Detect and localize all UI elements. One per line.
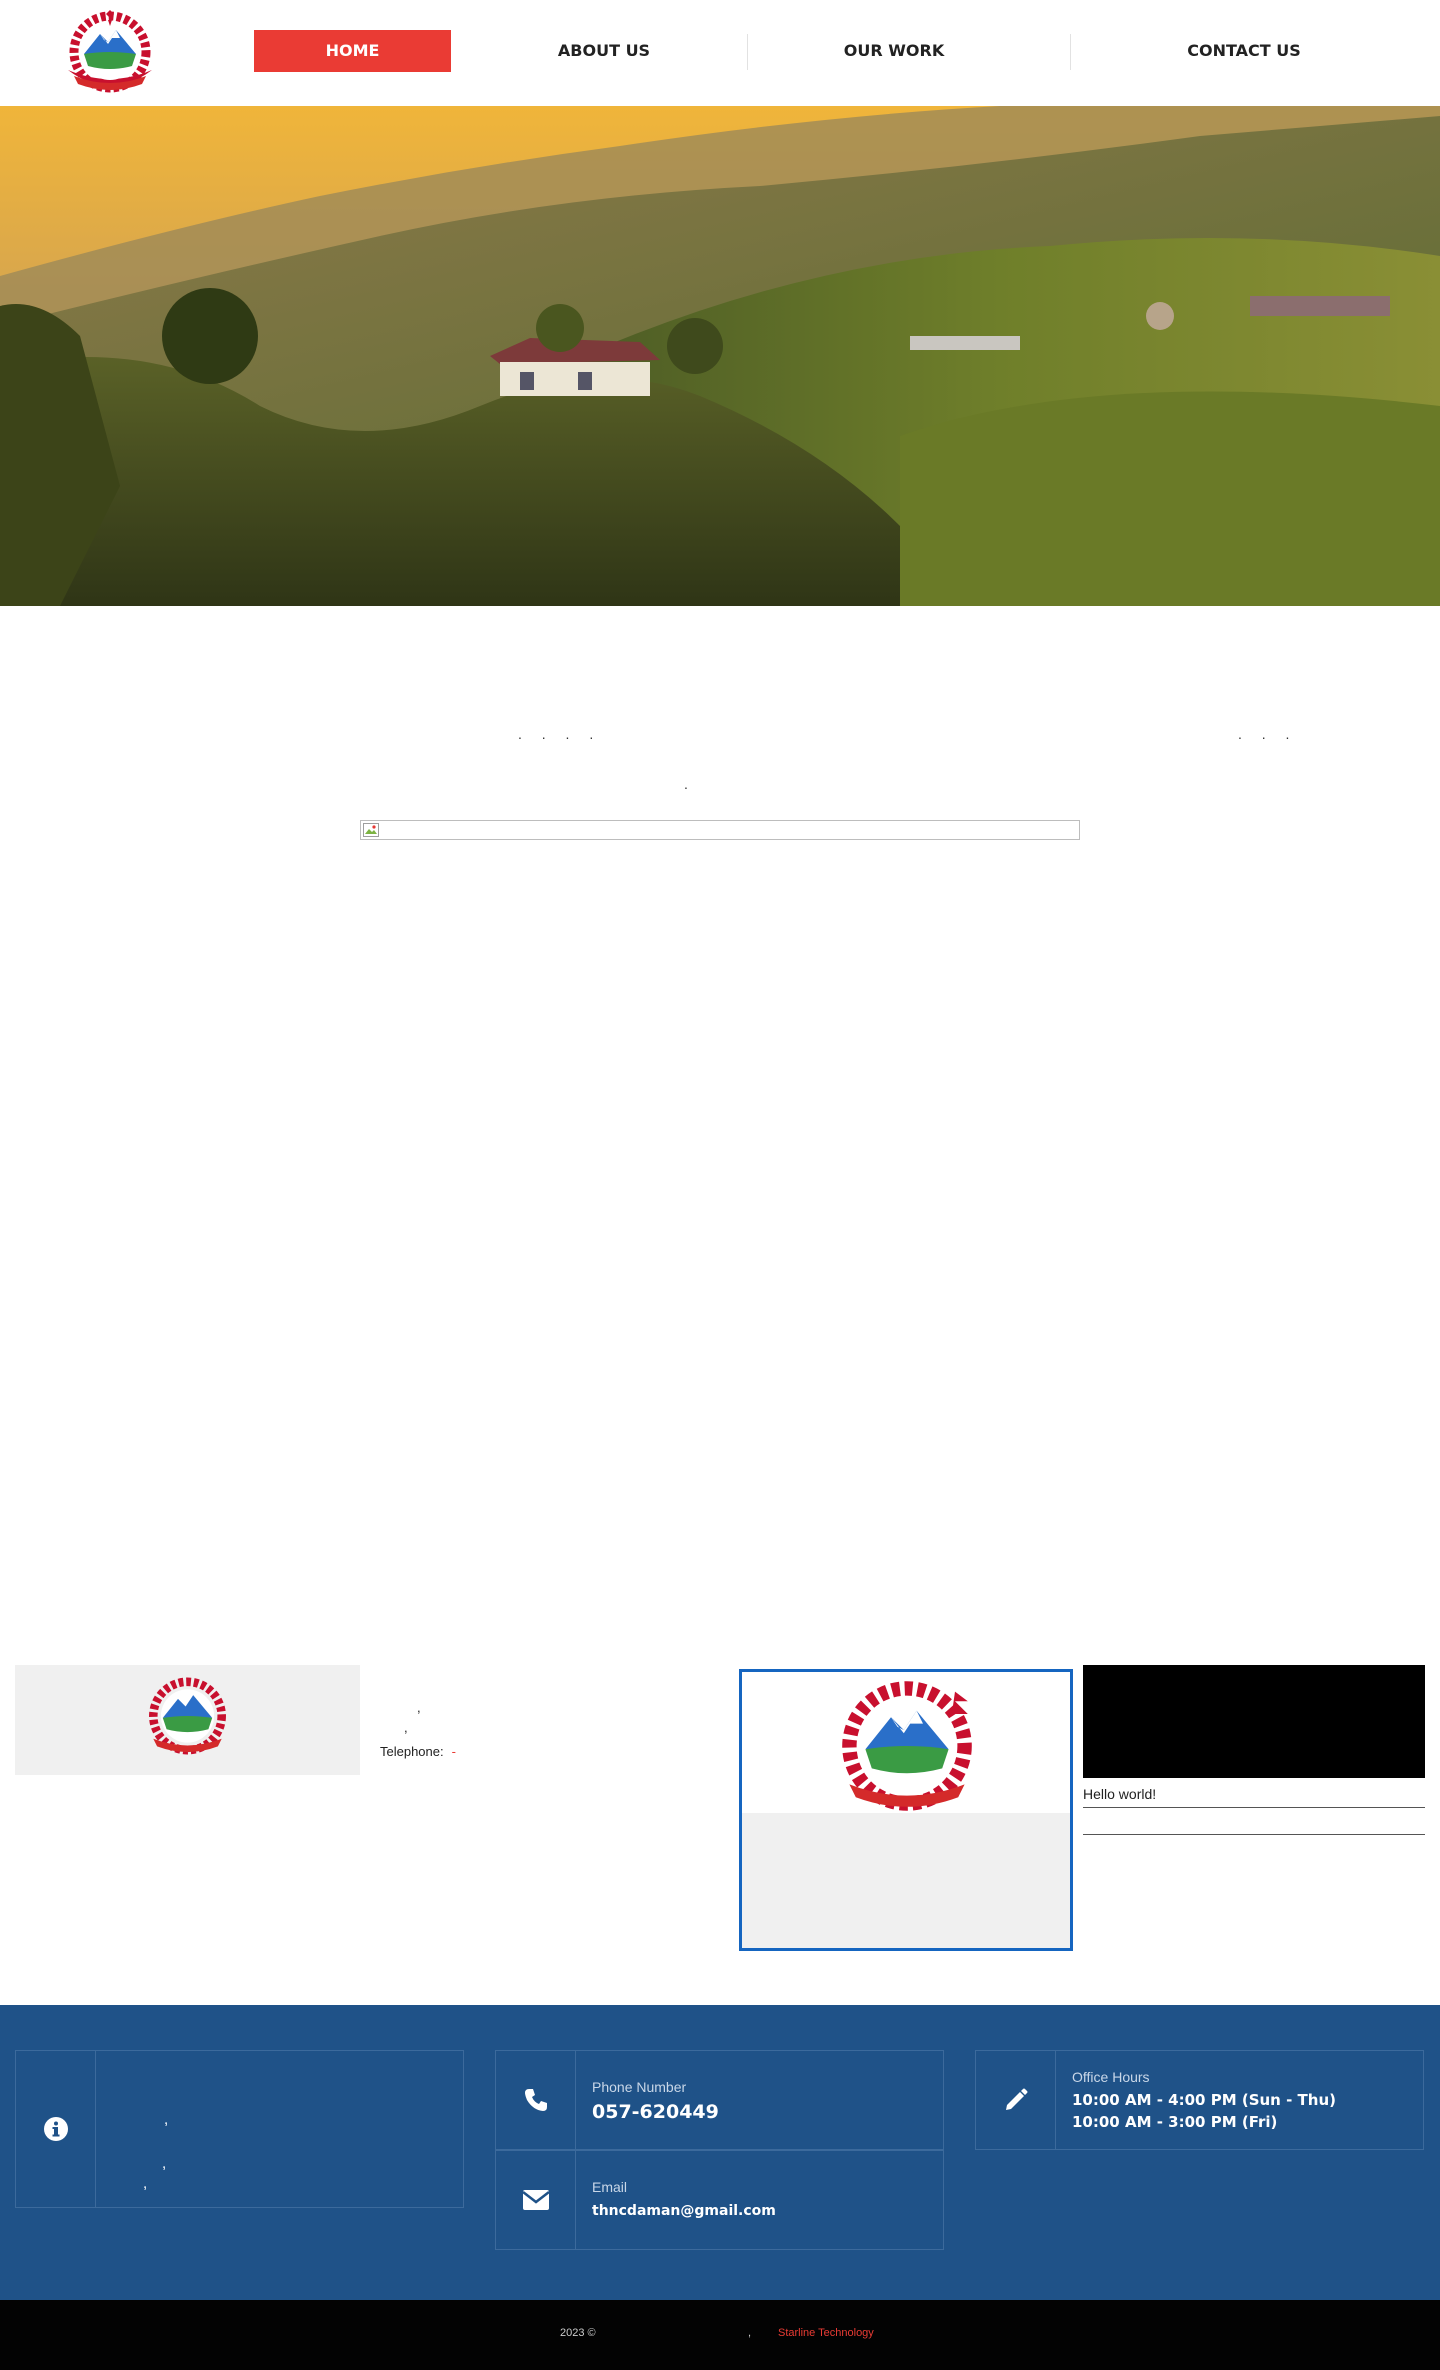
phone-label: Phone Number bbox=[592, 2079, 687, 2095]
main-nav: HOME ABOUT US OUR WORK CONTACT US bbox=[254, 30, 1384, 74]
news-item[interactable]: Hello world! bbox=[1083, 1778, 1425, 1808]
telephone-value[interactable]: - bbox=[452, 1744, 456, 1759]
news-item[interactable] bbox=[1083, 1808, 1425, 1835]
phone-box: Phone Number 057-620449 bbox=[495, 2050, 944, 2150]
site-header: HOME ABOUT US OUR WORK CONTACT US bbox=[0, 0, 1440, 106]
envelope-icon bbox=[521, 2190, 550, 2210]
info-icon bbox=[43, 2117, 68, 2141]
office-hours-friday: 10:00 AM - 3:00 PM (Fri) bbox=[1072, 2113, 1278, 2131]
developer-credit-link[interactable]: Starline Technology bbox=[778, 2327, 874, 2339]
phone-icon bbox=[524, 2089, 547, 2111]
official-profile-card[interactable] bbox=[739, 1669, 1073, 1951]
email-value[interactable]: thncdaman@gmail.com bbox=[592, 2203, 776, 2219]
address-fragment: , bbox=[404, 1720, 408, 1735]
profile-details-area bbox=[742, 1813, 1070, 1948]
telephone-line: Telephone: - bbox=[380, 1744, 456, 1759]
nav-contact-us[interactable]: CONTACT US bbox=[1104, 30, 1384, 72]
nav-divider bbox=[1070, 34, 1071, 70]
nav-our-work[interactable]: OUR WORK bbox=[784, 30, 1004, 72]
info-icon-cell bbox=[16, 2051, 96, 2207]
nepal-emblem-logo bbox=[149, 1677, 226, 1755]
phone-icon-cell bbox=[496, 2051, 576, 2149]
nav-divider bbox=[747, 34, 748, 70]
copyright-bar: 2023 © , Starline Technology bbox=[0, 2300, 1440, 2370]
footer-info: , , , Phone Number 057-620449 Email thnc… bbox=[0, 2005, 1440, 2301]
nepal-emblem-logo bbox=[842, 1681, 972, 1811]
copyright-text: 2023 © bbox=[560, 2327, 596, 2339]
video-embed[interactable] bbox=[1083, 1665, 1425, 1778]
address-fragment: , bbox=[164, 2111, 169, 2128]
hero-landscape-image bbox=[0, 106, 1440, 606]
intro-text-fragment: . bbox=[684, 776, 696, 792]
pencil-icon-cell bbox=[976, 2051, 1056, 2149]
email-box: Email thncdaman@gmail.com bbox=[495, 2150, 944, 2250]
nepal-emblem-logo[interactable] bbox=[60, 10, 160, 94]
nav-about-us[interactable]: ABOUT US bbox=[499, 30, 709, 72]
address-fragment: , bbox=[417, 1700, 421, 1715]
pencil-icon bbox=[1005, 2088, 1027, 2110]
envelope-icon-cell bbox=[496, 2151, 576, 2249]
copyright-separator: , bbox=[748, 2327, 752, 2339]
telephone-label: Telephone: bbox=[380, 1744, 444, 1759]
news-widget: Hello world! bbox=[1083, 1665, 1425, 1835]
broken-image bbox=[360, 820, 1080, 840]
intro-text-fragment: . . . bbox=[1238, 726, 1298, 742]
office-hours-label: Office Hours bbox=[1072, 2069, 1150, 2085]
address-fragment: , bbox=[143, 2175, 148, 2192]
office-hours-weekdays: 10:00 AM - 4:00 PM (Sun - Thu) bbox=[1072, 2091, 1336, 2109]
email-label: Email bbox=[592, 2179, 628, 2195]
intro-text-fragment: . . . . bbox=[518, 726, 602, 742]
office-hours-box: Office Hours 10:00 AM - 4:00 PM (Sun - T… bbox=[975, 2050, 1424, 2150]
address-box: , , , bbox=[15, 2050, 464, 2208]
broken-image-icon bbox=[363, 823, 379, 837]
office-logo-panel bbox=[15, 1665, 360, 1775]
phone-value[interactable]: 057-620449 bbox=[592, 2101, 719, 2123]
address-fragment: , bbox=[162, 2155, 167, 2172]
nav-home[interactable]: HOME bbox=[254, 30, 451, 72]
